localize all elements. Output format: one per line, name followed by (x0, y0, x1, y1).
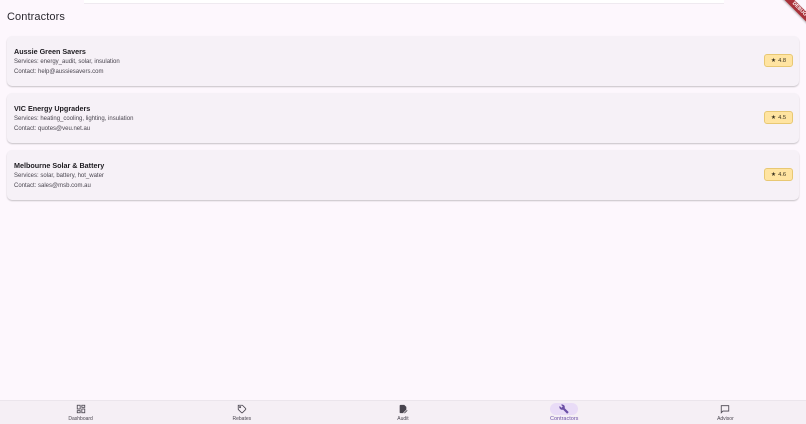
nav-item-advisor[interactable]: Advisor (645, 401, 806, 424)
page-title: Contractors (7, 11, 65, 23)
nav-label-advisor: Advisor (717, 416, 734, 422)
contractor-services: Services: heating_cooling, lighting, ins… (14, 116, 134, 122)
contractor-card[interactable]: VIC Energy Upgraders Services: heating_c… (7, 93, 799, 143)
debug-banner-label: DEBUG (780, 0, 806, 26)
nav-item-rebates[interactable]: Rebates (161, 401, 322, 424)
nav-item-dashboard[interactable]: Dashboard (0, 401, 161, 424)
nav-item-audit[interactable]: Audit (322, 401, 483, 424)
debug-banner: DEBUG (780, 0, 806, 26)
contractor-services: Services: solar, battery, hot_water (14, 173, 104, 179)
rating-value: 4.8 (778, 57, 787, 64)
chat-icon (721, 405, 730, 414)
app-bar: Contractors (0, 0, 806, 34)
star-icon: ★ (770, 114, 777, 121)
rating-badge: ★ 4.8 (764, 54, 793, 67)
nav-label-contractors: Contractors (549, 416, 579, 422)
rating-badge: ★ 4.6 (764, 168, 793, 181)
star-icon: ★ (770, 171, 777, 178)
contractor-contact: Contact: sales@msb.com.au (14, 183, 91, 189)
contractor-card[interactable]: Aussie Green Savers Services: energy_aud… (7, 36, 799, 86)
contractor-contact: Contact: help@aussiesavers.com (14, 69, 104, 75)
wrench-icon (559, 404, 569, 414)
nav-label-dashboard: Dashboard (68, 416, 93, 422)
app-root: Contractors DEBUG Aussie Green Savers Se… (0, 0, 806, 424)
contractor-contact: Contact: quotes@veu.net.au (14, 126, 91, 132)
contractor-list: Aussie Green Savers Services: energy_aud… (7, 36, 799, 207)
contractor-services: Services: energy_audit, solar, insulatio… (14, 59, 120, 65)
rating-value: 4.6 (778, 171, 787, 178)
contractor-name: Aussie Green Savers (14, 47, 86, 56)
document-edit-icon (399, 404, 408, 414)
contractor-name: VIC Energy Upgraders (14, 104, 91, 113)
nav-item-contractors[interactable]: Contractors (484, 401, 645, 424)
rating-value: 4.5 (778, 114, 787, 121)
contractor-name: Melbourne Solar & Battery (14, 161, 105, 170)
nav-label-audit: Audit (397, 416, 409, 422)
contractor-card[interactable]: Melbourne Solar & Battery Services: sola… (7, 150, 799, 200)
bottom-navigation-bar: Dashboard Rebates Audit Contractors Advi… (0, 400, 806, 424)
rating-badge: ★ 4.5 (764, 111, 793, 124)
dashboard-icon (76, 404, 85, 414)
nav-label-rebates: Rebates (232, 416, 252, 422)
star-icon: ★ (770, 57, 777, 64)
tag-icon (237, 404, 247, 414)
